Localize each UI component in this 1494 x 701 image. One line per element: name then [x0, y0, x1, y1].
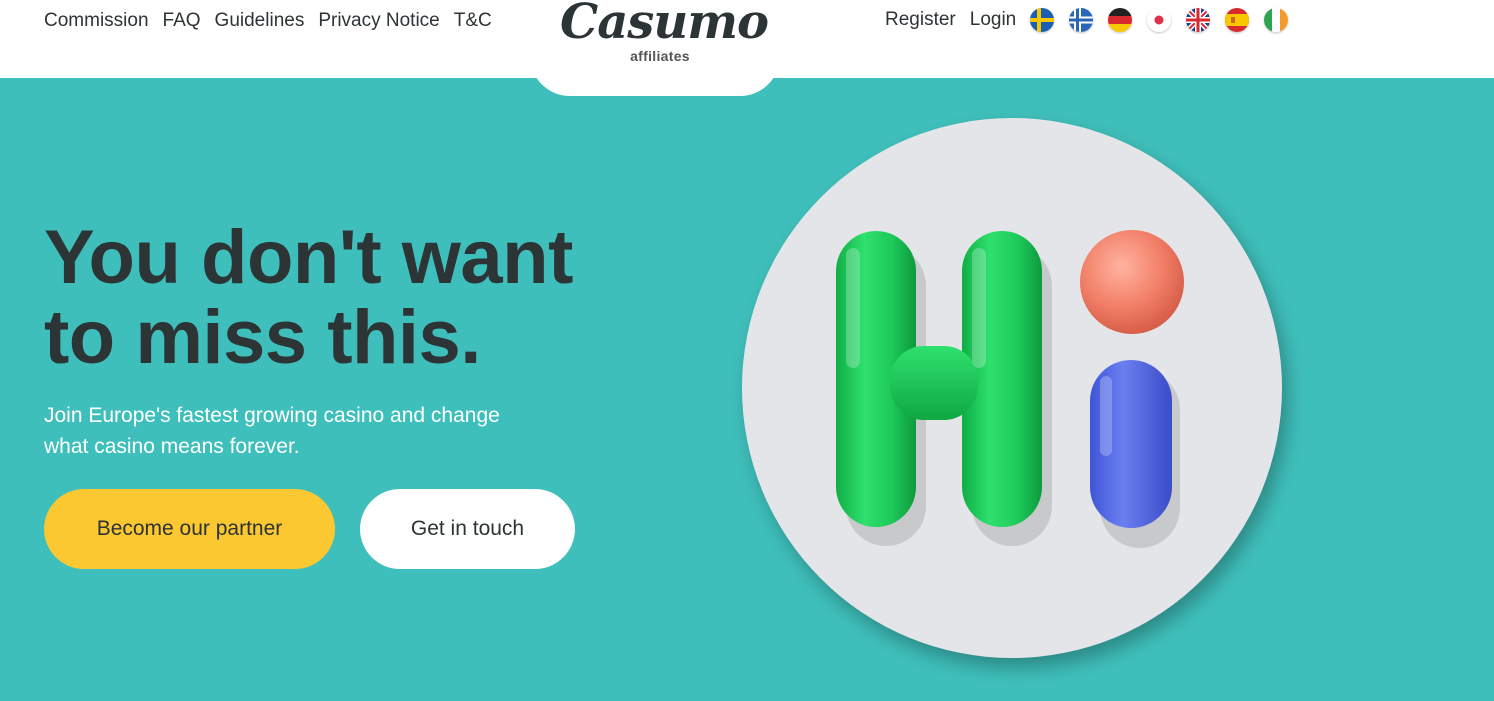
- register-link[interactable]: Register: [885, 9, 956, 31]
- logo-subtitle: affiliates: [630, 48, 690, 64]
- hero-subtitle-line-1: Join Europe's fastest growing casino and…: [44, 404, 500, 427]
- ireland-flag-icon[interactable]: [1264, 8, 1289, 32]
- main-nav: Commission FAQ Guidelines Privacy Notice…: [44, 10, 492, 32]
- sweden-flag-icon[interactable]: [1030, 8, 1055, 32]
- hero-subtitle-line-2: what casino means forever.: [44, 435, 300, 458]
- hero-title: You don't want to miss this.: [44, 218, 664, 378]
- hero-subtitle: Join Europe's fastest growing casino and…: [44, 400, 564, 462]
- nav-faq[interactable]: FAQ: [163, 10, 201, 32]
- hero-title-line-1: You don't want: [44, 215, 573, 300]
- uk-flag-icon[interactable]: [1186, 8, 1211, 32]
- spain-flag-icon[interactable]: [1225, 8, 1250, 32]
- norway-flag-icon[interactable]: [1069, 8, 1094, 32]
- become-partner-button[interactable]: Become our partner: [44, 489, 335, 569]
- logo-wordmark: Casumo: [560, 0, 769, 50]
- nav-guidelines[interactable]: Guidelines: [215, 10, 305, 32]
- nav-privacy-notice[interactable]: Privacy Notice: [318, 10, 439, 32]
- language-flags: [1030, 8, 1289, 32]
- nav-commission[interactable]: Commission: [44, 10, 149, 32]
- account-nav: Register Login: [885, 8, 1289, 32]
- hi-illustration: [742, 118, 1282, 658]
- japan-flag-icon[interactable]: [1147, 8, 1172, 32]
- casumo-logo[interactable]: Casumo affiliates: [560, 0, 769, 74]
- hi-letters-icon: [836, 230, 1184, 548]
- nav-terms[interactable]: T&C: [454, 10, 492, 32]
- get-in-touch-button[interactable]: Get in touch: [360, 489, 575, 569]
- germany-flag-icon[interactable]: [1108, 8, 1133, 32]
- hero-title-line-2: to miss this.: [44, 295, 481, 380]
- login-link[interactable]: Login: [970, 9, 1017, 31]
